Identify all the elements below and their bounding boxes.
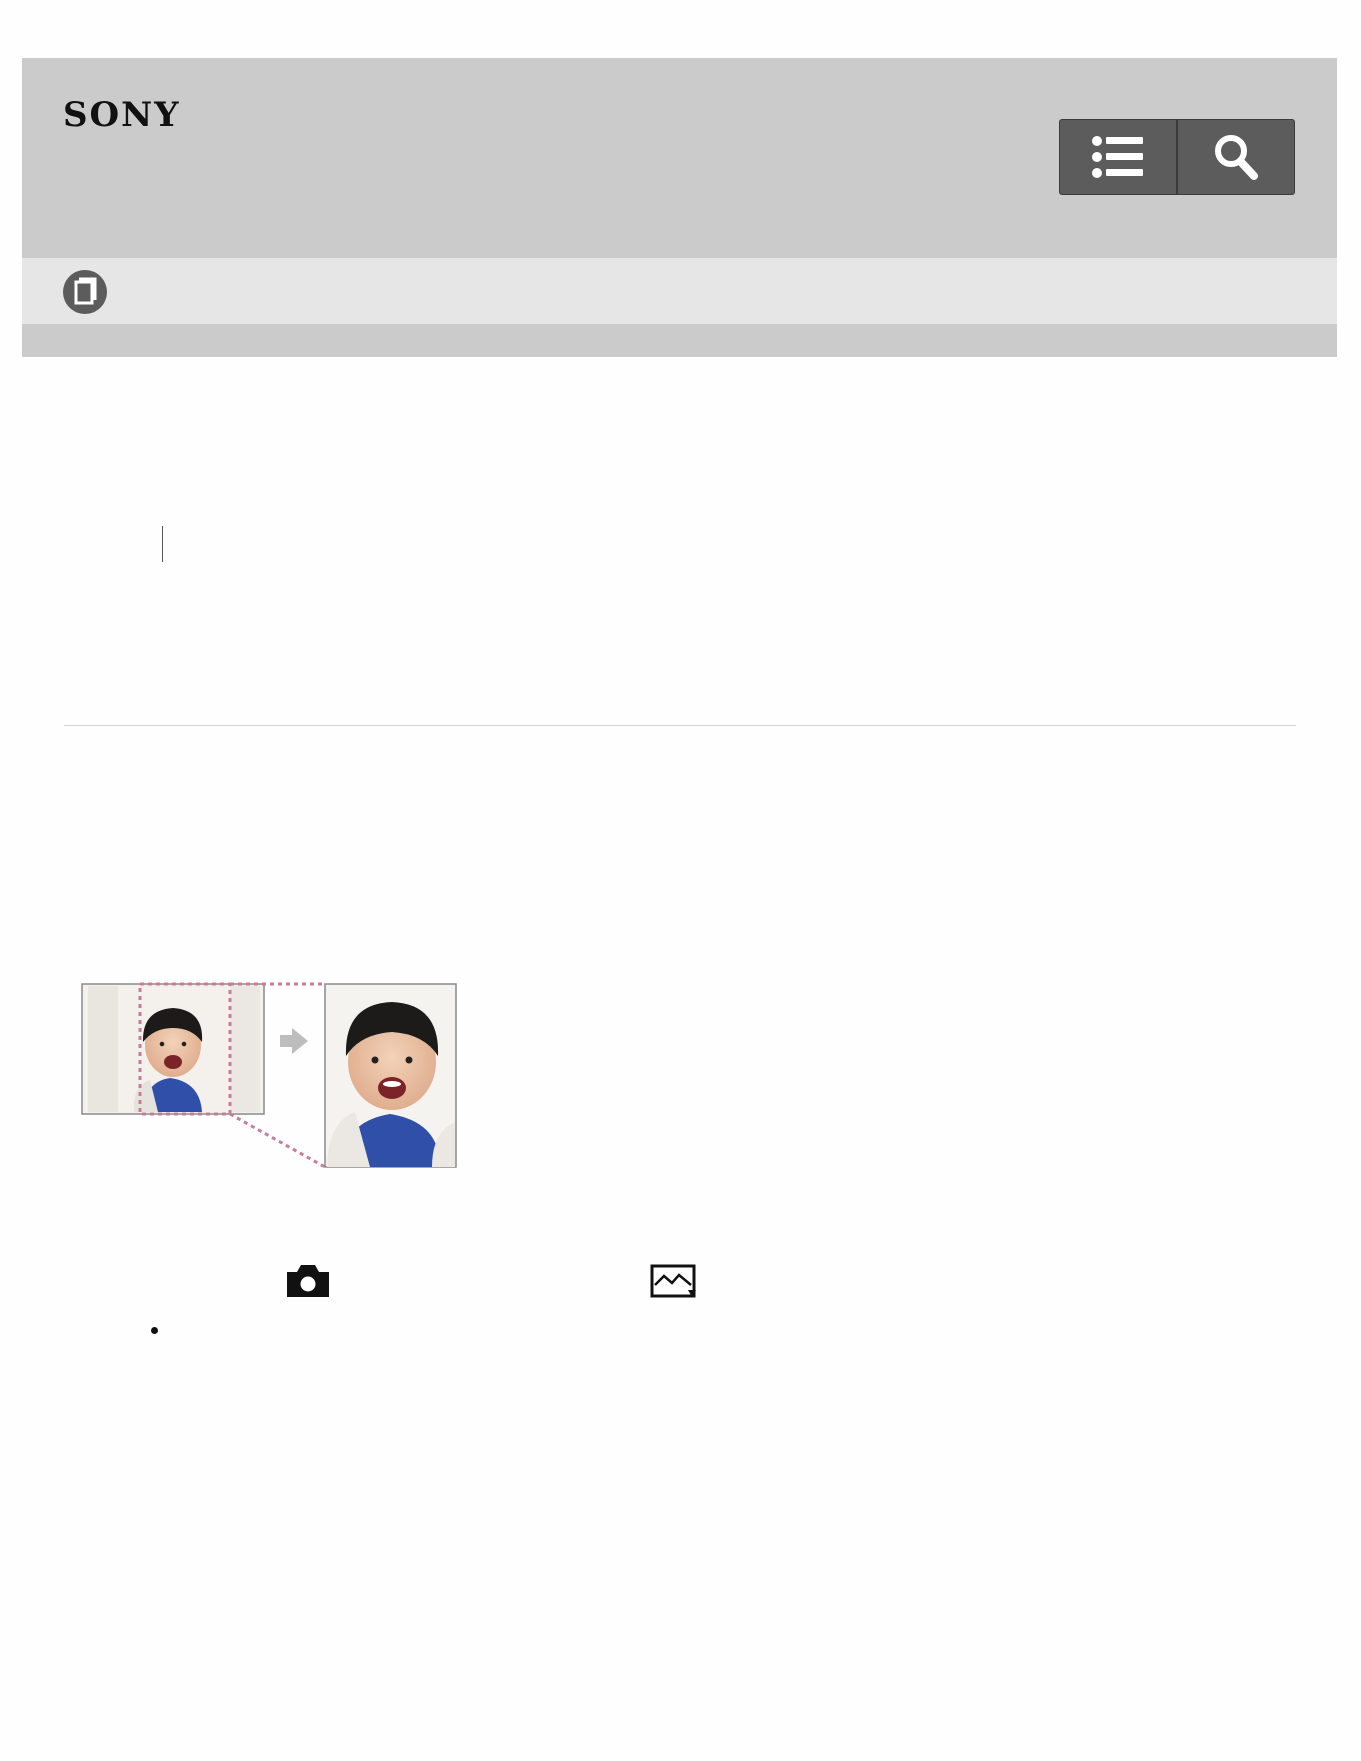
list-icon	[1092, 136, 1143, 178]
search-button[interactable]	[1176, 120, 1294, 194]
playback-icon	[650, 1264, 696, 1298]
horizontal-divider	[64, 725, 1296, 726]
header-button-group	[1059, 119, 1295, 195]
breadcrumb-bar	[22, 258, 1337, 324]
sony-logo: SONY	[63, 95, 181, 135]
table-of-contents-button[interactable]	[1060, 120, 1176, 194]
arrow-right-icon	[280, 1028, 308, 1054]
vertical-divider	[162, 526, 163, 562]
cropped-photo	[324, 983, 457, 1168]
crop-illustration	[81, 982, 457, 1169]
book-icon[interactable]	[63, 270, 107, 314]
page-header: SONY	[22, 58, 1337, 258]
camera-icon	[287, 1265, 329, 1297]
list-bullet	[151, 1327, 158, 1334]
search-icon	[1215, 135, 1258, 180]
header-bottom-strip	[22, 324, 1337, 357]
original-photo	[81, 983, 265, 1115]
